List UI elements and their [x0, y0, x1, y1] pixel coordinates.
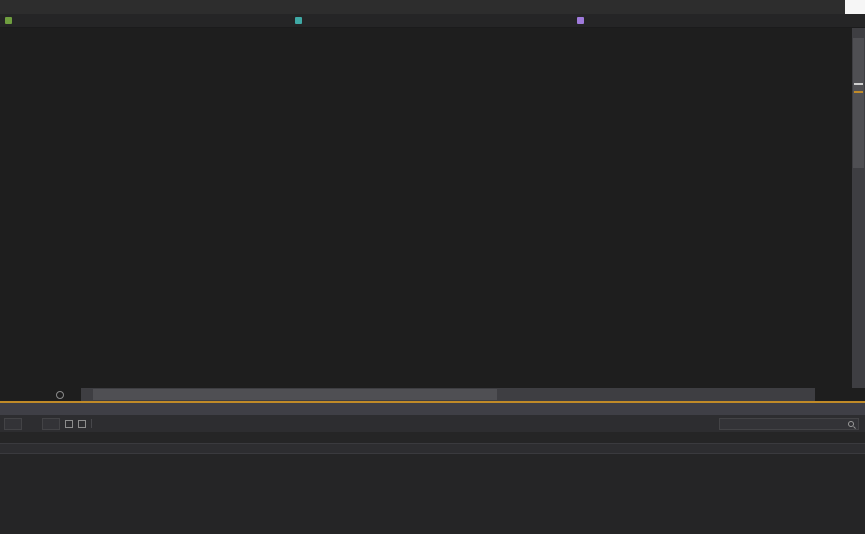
document-tabstrip: [0, 0, 865, 14]
scrollbar-match-mark: [854, 91, 863, 93]
scope-dropdown[interactable]: [4, 418, 22, 430]
search-icon: [848, 421, 854, 427]
property-icon: [577, 17, 584, 24]
check-icon: [56, 391, 64, 399]
editor-horizontal-scrollbar[interactable]: [81, 388, 815, 401]
code-editor[interactable]: [0, 28, 865, 388]
expand-all-icon[interactable]: [65, 420, 73, 428]
search-input[interactable]: [724, 420, 844, 427]
type-dropdown[interactable]: [290, 14, 572, 27]
scrollbar-thumb[interactable]: [93, 389, 497, 400]
collapse-all-icon[interactable]: [78, 420, 86, 428]
editor-vertical-scrollbar[interactable]: [852, 28, 865, 388]
toolbar-separator: [91, 419, 92, 428]
find-results-panel: [0, 403, 865, 534]
vs-window: [0, 0, 865, 534]
find-panel-title[interactable]: [0, 403, 865, 415]
project-icon: [5, 17, 12, 24]
class-icon: [295, 17, 302, 24]
scroll-down-icon[interactable]: [852, 378, 865, 388]
scroll-right-icon[interactable]: [805, 388, 815, 401]
results-column-header: [0, 443, 865, 454]
tab-editorparameters-active[interactable]: [845, 0, 865, 14]
member-dropdown[interactable]: [572, 14, 865, 27]
scroll-up-icon[interactable]: [852, 28, 865, 38]
group-by-dropdown[interactable]: [42, 418, 60, 430]
scrollbar-caret-mark: [854, 83, 863, 85]
search-results-box[interactable]: [719, 418, 859, 430]
project-dropdown[interactable]: [0, 14, 290, 27]
navigation-bar: [0, 14, 865, 28]
scroll-left-icon[interactable]: [81, 388, 91, 401]
editor-lines: [0, 28, 852, 388]
editor-status-bar: [0, 388, 865, 401]
find-results-tree: [0, 454, 865, 534]
scrollbar-thumb[interactable]: [853, 38, 864, 168]
document-health-indicator[interactable]: [52, 391, 71, 399]
find-summary: [0, 432, 865, 443]
find-toolbar: [0, 415, 865, 432]
